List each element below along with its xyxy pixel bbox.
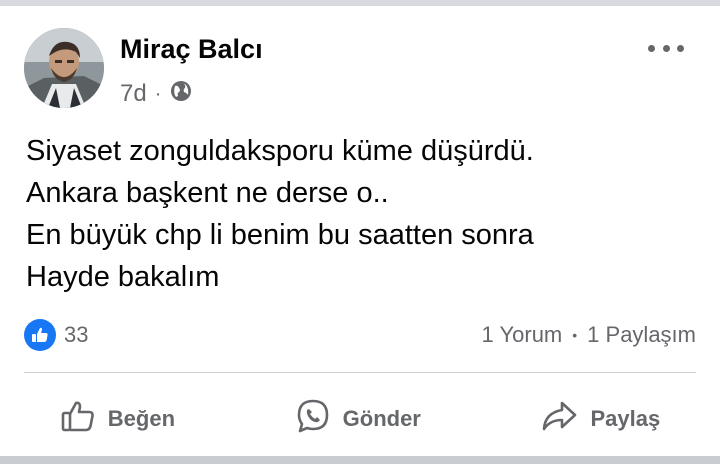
more-dot — [648, 44, 655, 52]
reactions-summary[interactable]: 33 — [24, 319, 88, 351]
author-name[interactable]: Miraç Balcı — [120, 34, 263, 65]
post-meta: 7d · — [120, 78, 193, 110]
post-text-line: Ankara başkent ne derse o.. — [26, 177, 389, 209]
feed-gap-bottom — [0, 456, 720, 464]
action-divider — [24, 372, 696, 373]
post-card: Miraç Balcı 7d · Siyaset zonguldaksporu … — [0, 6, 720, 456]
post-timestamp[interactable]: 7d — [120, 80, 147, 108]
comment-count[interactable]: 1 Yorum — [482, 322, 563, 348]
meta-separator: · — [154, 82, 162, 105]
post-text-line: En büyük chp li benim bu saatten sonra — [26, 219, 534, 251]
post-actions: Beğen Gönder Paylaş — [0, 386, 720, 452]
engagement-counts: 1 Yorum • 1 Paylaşım — [482, 322, 696, 348]
author-avatar[interactable] — [24, 28, 104, 108]
messenger-icon — [295, 398, 331, 440]
post-text: Siyaset zonguldaksporu küme düşürdü. Ank… — [26, 130, 706, 298]
send-button-label: Gönder — [342, 406, 421, 431]
reaction-count: 33 — [64, 322, 89, 347]
post-stats: 33 1 Yorum • 1 Paylaşım — [24, 316, 696, 354]
more-dot — [662, 44, 670, 52]
more-dot — [677, 44, 684, 52]
globe-icon — [169, 79, 193, 110]
share-count[interactable]: 1 Paylaşım — [587, 322, 696, 348]
more-options-icon[interactable] — [648, 36, 684, 60]
stat-separator: • — [572, 327, 578, 343]
thumbs-up-icon — [60, 398, 96, 440]
share-icon — [540, 398, 578, 440]
post-text-line: Hayde bakalım — [26, 261, 220, 293]
post-text-line: Siyaset zonguldaksporu küme düşürdü. — [26, 135, 534, 167]
share-button-label: Paylaş — [590, 406, 661, 431]
avatar-photo — [24, 28, 104, 108]
like-button[interactable]: Beğen — [48, 392, 187, 446]
share-button[interactable]: Paylaş — [528, 392, 672, 446]
like-reaction-icon — [24, 319, 56, 351]
send-button[interactable]: Gönder — [283, 392, 433, 446]
like-button-label: Beğen — [107, 406, 176, 431]
